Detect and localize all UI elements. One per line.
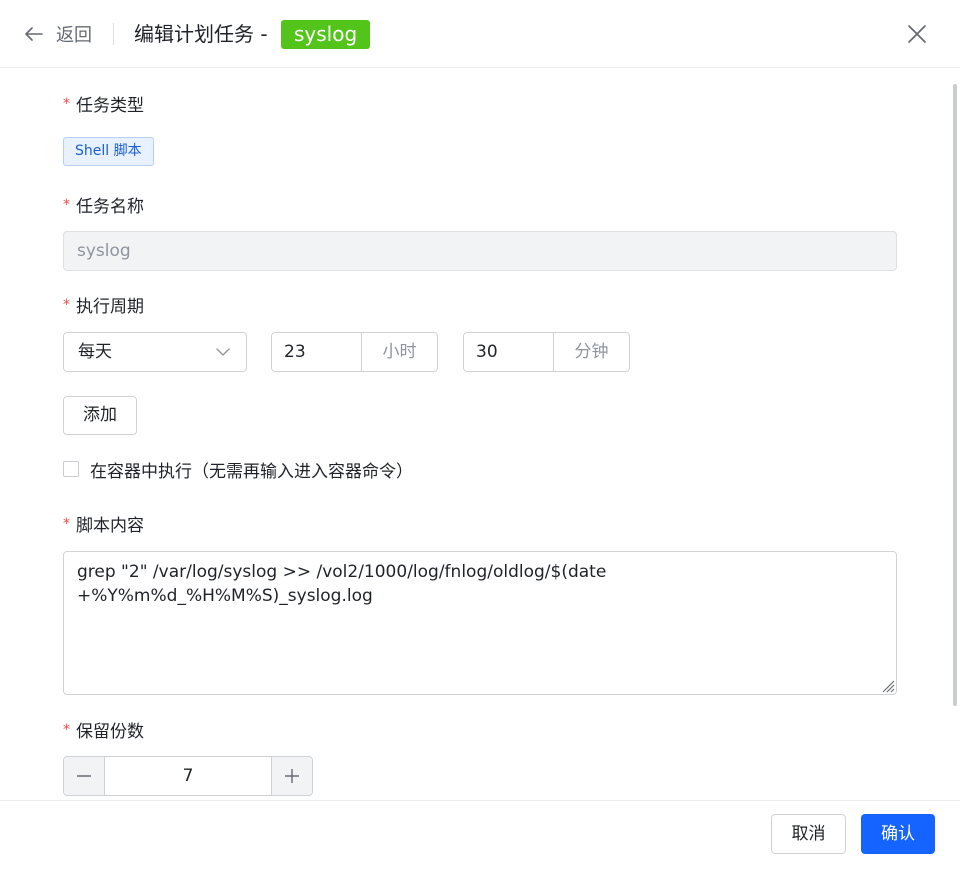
task-type-tag: Shell 脚本 [63,137,154,166]
required-mark: * [63,722,70,738]
run-in-container-option[interactable]: 在容器中执行（无需再输入进入容器命令） [63,457,413,482]
increment-button[interactable] [271,757,312,795]
close-button[interactable] [906,23,928,45]
dialog-footer: 取消 确认 [0,800,960,876]
minute-input-group: 30 分钟 [463,332,630,372]
decrement-button[interactable] [64,757,105,795]
close-icon [908,25,926,43]
script-label: * 脚本内容 [63,516,144,536]
dialog-header: 返回 编辑计划任务 - syslog [0,0,960,68]
required-mark: * [63,197,70,213]
confirm-button[interactable]: 确认 [861,814,935,854]
script-content: grep "2" /var/log/syslog >> /vol2/1000/l… [77,562,607,606]
dialog-title: 编辑计划任务 - [134,22,268,46]
run-in-container-label: 在容器中执行（无需再输入进入容器命令） [90,461,413,482]
required-mark: * [63,96,70,112]
schedule-label: * 执行周期 [63,297,144,317]
run-in-container-checkbox[interactable] [63,461,79,477]
plus-icon [285,769,299,783]
task-name-input: syslog [63,231,897,271]
retention-input[interactable]: 7 [105,757,271,795]
back-label: 返回 [56,25,92,46]
retention-label: * 保留份数 [63,722,144,742]
frequency-select[interactable]: 每天 [63,332,247,372]
scrollbar[interactable] [953,84,957,706]
resize-handle-icon[interactable] [879,677,895,693]
back-button[interactable]: 返回 [24,20,92,48]
chevron-down-icon [216,348,230,356]
script-textarea[interactable]: grep "2" /var/log/syslog >> /vol2/1000/l… [63,551,897,695]
required-mark: * [63,297,70,313]
task-type-label: * 任务类型 [63,96,144,116]
task-name-badge: syslog [281,20,371,49]
arrow-left-icon [25,27,43,41]
retention-stepper: 7 [63,756,313,796]
required-mark: * [63,516,70,532]
add-schedule-button[interactable]: 添加 [63,396,137,435]
minute-input[interactable]: 30 [464,333,554,371]
task-name-label: * 任务名称 [63,197,144,217]
minute-unit: 分钟 [574,342,609,362]
frequency-value: 每天 [78,342,112,362]
minus-icon [77,775,91,777]
header-divider [113,23,114,45]
hour-input[interactable]: 23 [272,333,362,371]
hour-input-group: 23 小时 [271,332,438,372]
hour-unit: 小时 [382,342,417,362]
cancel-button[interactable]: 取消 [771,814,846,854]
